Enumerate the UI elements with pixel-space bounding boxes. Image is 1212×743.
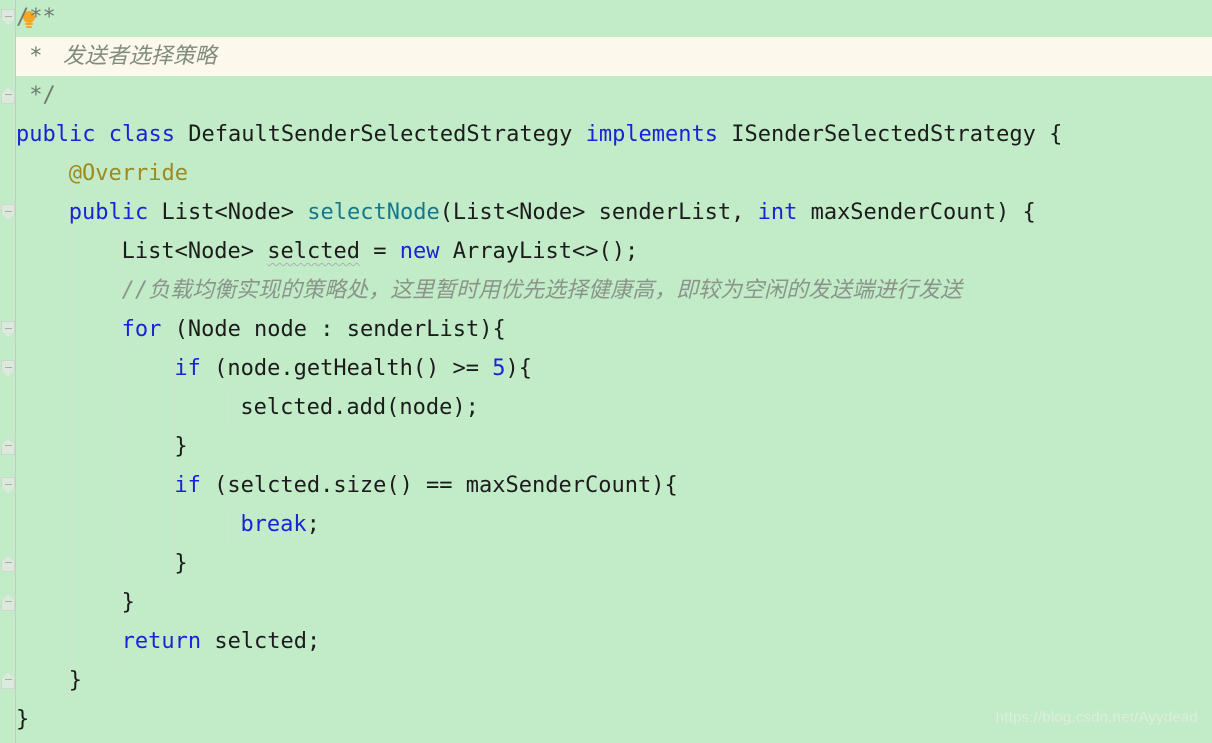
fold-marker-bar — [5, 679, 12, 680]
code-line[interactable]: @Override — [69, 154, 188, 193]
code-token: (node.getHealth() >= — [200, 356, 493, 381]
code-token: (List<Node> senderList, — [439, 200, 758, 225]
code-line[interactable]: for (Node node : senderList){ — [122, 310, 506, 349]
fold-marker-bar — [5, 484, 12, 485]
code-token: selcted — [267, 239, 361, 264]
code-token: @Override — [68, 161, 189, 186]
code-token: DefaultSenderSelectedStrategy — [174, 122, 586, 147]
fold-marker-bar — [5, 328, 12, 329]
code-token: } — [16, 707, 30, 732]
code-line[interactable]: break; — [227, 505, 320, 544]
fold-marker-bar — [5, 16, 12, 17]
code-line[interactable]: */ — [16, 76, 56, 115]
code-token: 发送者选择策略 — [55, 44, 217, 69]
code-token: new — [399, 239, 440, 264]
code-line[interactable]: selcted.add(node); — [227, 388, 479, 427]
fold-marker-bar — [5, 445, 12, 446]
code-line[interactable]: if (node.getHealth() >= 5){ — [174, 349, 532, 388]
code-token: ){ — [505, 356, 533, 381]
code-line[interactable]: public List<Node> selectNode(List<Node> … — [69, 193, 1036, 232]
code-line[interactable]: if (selcted.size() == maxSenderCount){ — [174, 466, 677, 505]
code-token: selcted; — [201, 629, 321, 654]
code-token: (Node node : senderList){ — [161, 317, 506, 342]
code-token: /** — [16, 5, 56, 30]
code-line[interactable]: //负载均衡实现的策略处，这里暂时用优先选择健康高，即较为空闲的发送端进行发送 — [122, 271, 963, 310]
watermark: https://blog.csdn.net/Ayydead — [995, 709, 1198, 726]
code-token: } — [68, 668, 83, 693]
code-line[interactable]: } — [174, 544, 187, 583]
code-token: return — [121, 629, 202, 654]
code-token: } — [174, 434, 188, 459]
code-token: 负载均衡实现的策略处，这里暂时用优先选择健康高，即较为空闲的发送端进行发送 — [148, 278, 963, 303]
code-line[interactable]: } — [174, 427, 187, 466]
code-token: 5 — [492, 356, 506, 381]
code-token: ArrayList<>(); — [439, 239, 639, 264]
code-token: ISenderSelectedStrategy { — [718, 122, 1063, 147]
code-line[interactable]: List<Node> selcted = new ArrayList<>(); — [122, 232, 639, 271]
code-token: selcted.add(node); — [227, 395, 479, 420]
code-token: selectNode — [307, 200, 440, 225]
fold-marker-bar — [5, 562, 12, 563]
code-token: List<Node> — [121, 239, 268, 264]
code-line[interactable]: * 发送者选择策略 — [16, 37, 217, 76]
code-token: (selcted.size() == maxSenderCount){ — [200, 473, 678, 498]
code-line[interactable]: } — [69, 661, 82, 700]
code-token: = — [360, 239, 400, 264]
code-editor[interactable]: /** * 发送者选择策略 */ public class DefaultSend… — [0, 0, 1212, 743]
code-token: ; — [306, 512, 320, 537]
fold-marker-bar — [5, 367, 12, 368]
fold-marker-bar — [5, 94, 12, 95]
code-token: class — [108, 122, 175, 147]
code-token: maxSenderCount) { — [797, 200, 1036, 225]
code-token: int — [757, 200, 798, 225]
code-line[interactable]: public class DefaultSenderSelectedStrate… — [16, 115, 1062, 154]
fold-marker-bar — [5, 211, 12, 212]
code-token: for — [121, 317, 162, 342]
code-token: if — [174, 356, 201, 381]
code-token: */ — [16, 83, 56, 108]
code-token: implements — [585, 122, 719, 147]
code-line[interactable]: } — [122, 583, 135, 622]
code-token: List<Node> — [148, 200, 308, 225]
fold-marker-bar — [5, 601, 12, 602]
code-text-area[interactable]: /** * 发送者选择策略 */ public class DefaultSend… — [16, 0, 1212, 743]
code-token: if — [174, 473, 201, 498]
code-token: * — [16, 44, 56, 69]
code-token: public — [16, 122, 96, 147]
code-token: public — [68, 200, 149, 225]
code-token: break — [240, 512, 307, 537]
code-line[interactable]: } — [16, 700, 29, 739]
code-line[interactable]: /** — [16, 0, 56, 37]
code-token: // — [121, 278, 149, 303]
code-token: } — [121, 590, 135, 615]
code-line[interactable]: return selcted; — [122, 622, 321, 661]
code-token: } — [174, 551, 188, 576]
